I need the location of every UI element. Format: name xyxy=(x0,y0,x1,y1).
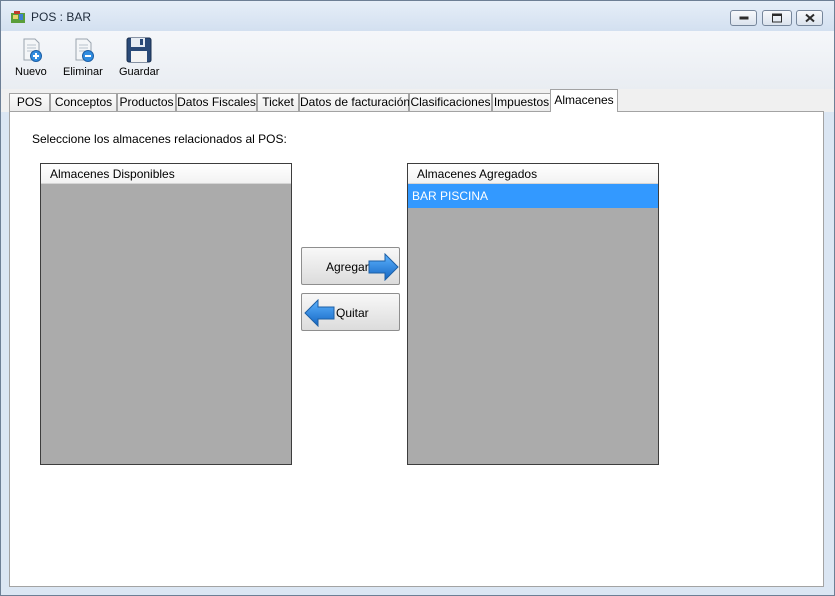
added-list-header[interactable]: Almacenes Agregados xyxy=(408,164,658,184)
remove-button-label: Quitar xyxy=(336,306,369,320)
tab-productos[interactable]: Productos xyxy=(117,93,176,111)
title-bar[interactable]: POS : BAR xyxy=(1,1,834,31)
delete-button[interactable]: Eliminar xyxy=(63,37,103,78)
tab-label: Impuestos xyxy=(493,95,550,109)
tab-page-almacenes: Seleccione los almacenes relacionados al… xyxy=(9,111,824,587)
new-document-icon xyxy=(23,38,42,62)
tab-almacenes[interactable]: Almacenes xyxy=(550,89,618,112)
arrow-left-icon xyxy=(304,299,335,327)
app-map-icon xyxy=(11,11,25,23)
delete-label: Eliminar xyxy=(63,66,103,78)
tab-label: Datos Fiscales xyxy=(177,95,256,109)
close-icon xyxy=(804,13,815,23)
tab-label: Productos xyxy=(119,95,174,109)
tab-conceptos[interactable]: Conceptos xyxy=(50,93,117,111)
instruction-label: Seleccione los almacenes relacionados al… xyxy=(32,132,287,146)
window: POS : BAR Nuevo Eliminar Guardar POS Con… xyxy=(0,0,835,596)
added-warehouses-list[interactable]: Almacenes Agregados BAR PISCINA xyxy=(407,163,659,465)
tab-ticket[interactable]: Ticket xyxy=(257,93,299,111)
tab-label: Datos de facturación xyxy=(300,95,411,109)
available-warehouses-list[interactable]: Almacenes Disponibles xyxy=(40,163,292,465)
list-item-selected[interactable]: BAR PISCINA xyxy=(408,184,658,208)
new-label: Nuevo xyxy=(15,66,47,78)
add-button-label: Agregar xyxy=(326,260,369,274)
add-button[interactable]: Agregar xyxy=(301,247,400,285)
window-title: POS : BAR xyxy=(31,10,92,24)
tab-pos[interactable]: POS xyxy=(9,93,50,111)
restore-button[interactable] xyxy=(762,10,792,26)
tab-label: Ticket xyxy=(262,95,294,109)
tab-datos-facturacion[interactable]: Datos de facturación xyxy=(299,93,411,111)
close-button[interactable] xyxy=(796,10,823,26)
remove-button[interactable]: Quitar xyxy=(301,293,400,331)
restore-icon xyxy=(772,13,782,23)
available-list-header[interactable]: Almacenes Disponibles xyxy=(41,164,291,184)
minimize-button[interactable] xyxy=(730,10,757,26)
tab-label: POS xyxy=(16,95,43,109)
new-button[interactable]: Nuevo xyxy=(15,37,47,78)
toolbar: Nuevo Eliminar Guardar xyxy=(1,31,834,89)
save-floppy-icon xyxy=(126,37,152,63)
arrow-right-icon xyxy=(368,253,399,281)
tab-label: Conceptos xyxy=(54,95,113,109)
save-label: Guardar xyxy=(119,66,160,78)
save-button[interactable]: Guardar xyxy=(119,37,159,78)
delete-document-icon xyxy=(75,38,94,62)
tab-impuestos[interactable]: Impuestos xyxy=(492,93,551,111)
minimize-icon xyxy=(739,16,748,20)
tab-clasificaciones[interactable]: Clasificaciones xyxy=(409,93,492,111)
tab-datos-fiscales[interactable]: Datos Fiscales xyxy=(176,93,257,111)
tab-label: Clasificaciones xyxy=(410,95,491,109)
tab-label: Almacenes xyxy=(554,93,614,107)
